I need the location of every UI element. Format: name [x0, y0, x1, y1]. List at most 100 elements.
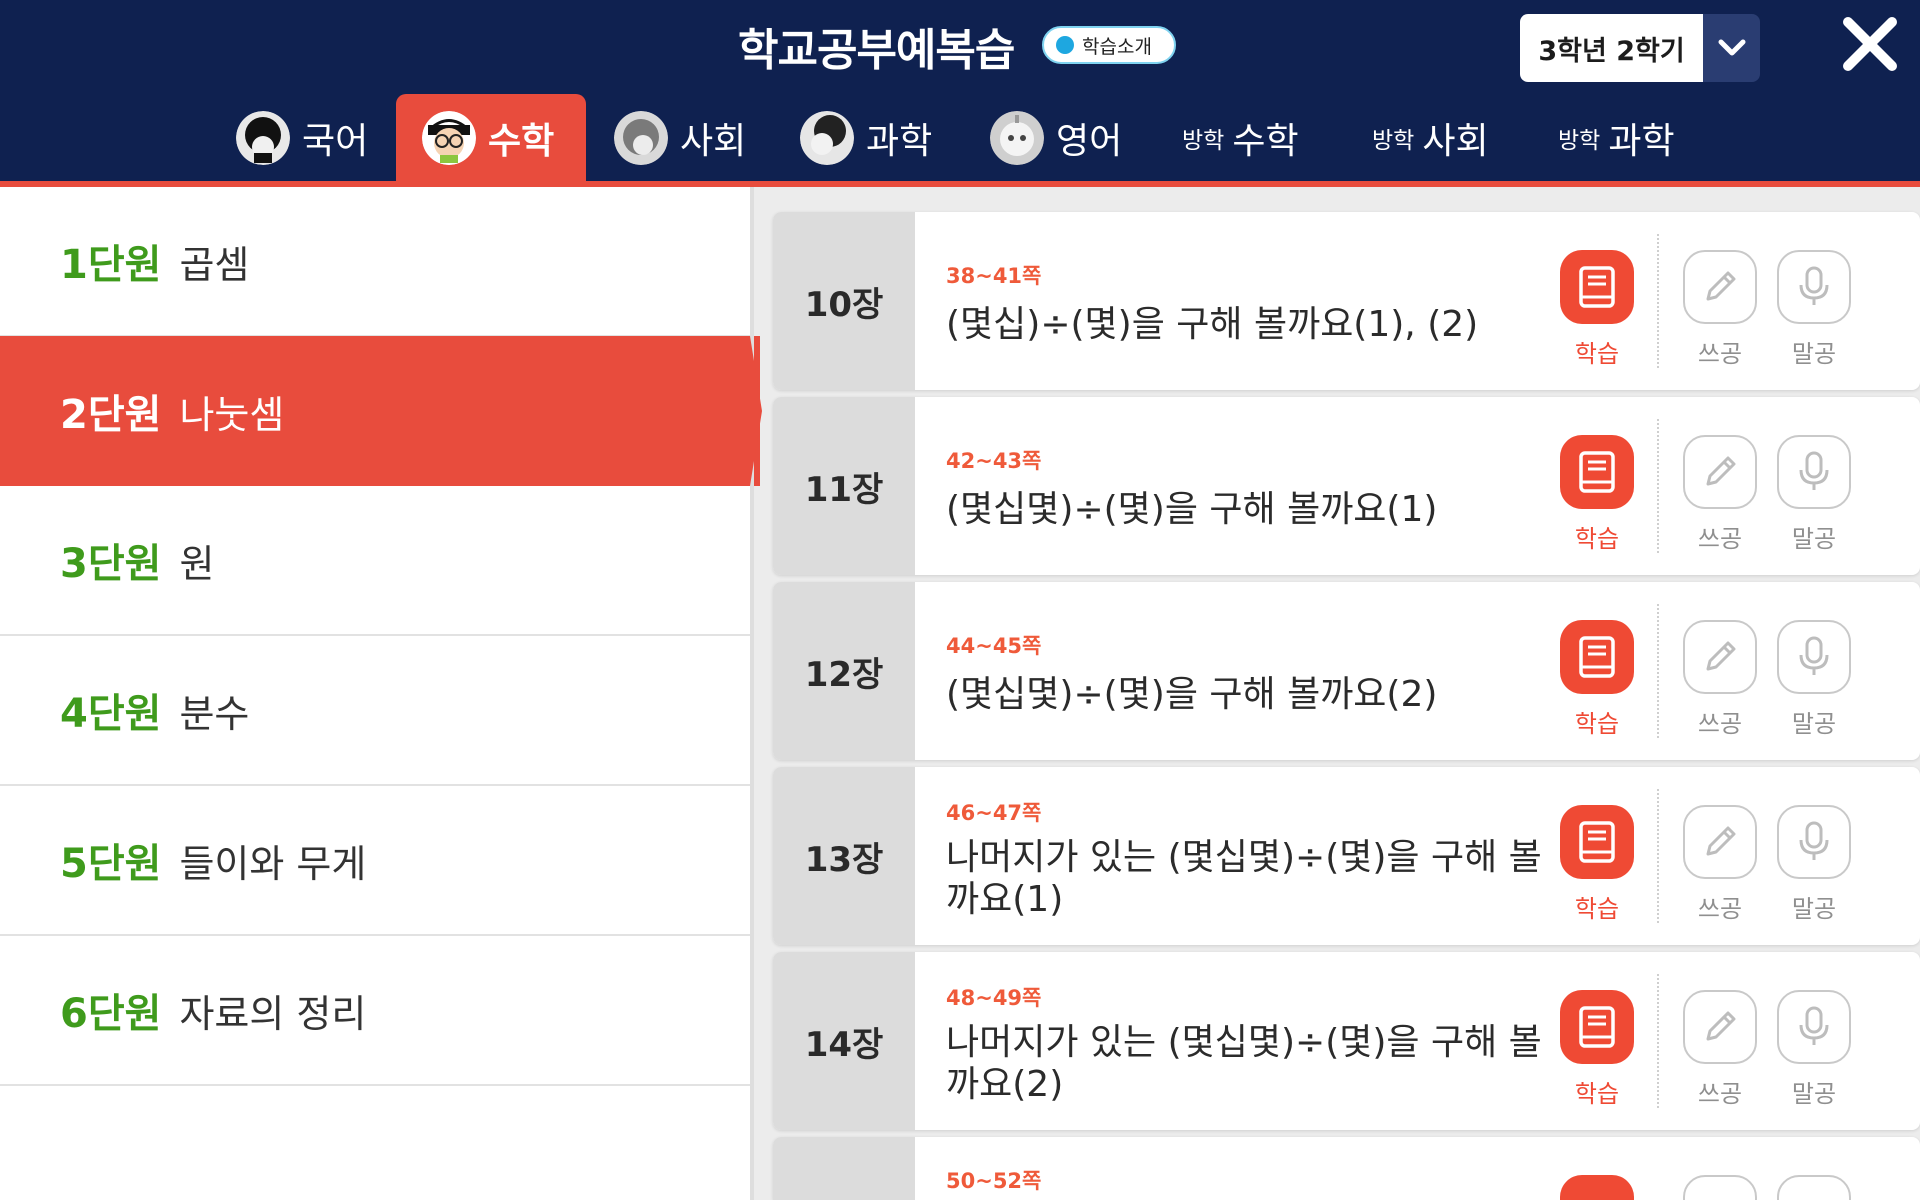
tab-sub-label: 방학 [1182, 127, 1225, 154]
book-icon [1560, 620, 1634, 694]
unit-item-3[interactable]: 3단원 원 [0, 486, 750, 636]
write-button[interactable]: 쓰공 [1682, 250, 1758, 369]
button-separator [1657, 419, 1659, 553]
chapter-pages: 42~43쪽 [946, 449, 1042, 473]
study-button-label: 학습 [1574, 895, 1620, 923]
tab-vacation-math[interactable]: 방학 수학 [1182, 94, 1299, 181]
speak-button[interactable]: 말공 [1776, 805, 1852, 924]
unit-number: 1단원 [60, 242, 162, 288]
pencil-icon [1683, 805, 1757, 879]
unit-item-6[interactable]: 6단원 자료의 정리 [0, 936, 750, 1086]
write-button[interactable] [1682, 1175, 1758, 1200]
tab-label: 사회 [1422, 120, 1489, 162]
speak-button-label: 말공 [1791, 525, 1837, 553]
math-character-avatar-icon [422, 110, 476, 165]
chapter-pages: 50~52쪽 [946, 1169, 1042, 1193]
pencil-icon [1683, 435, 1757, 509]
tab-english[interactable]: 영어 [990, 94, 1122, 181]
chapter-title: (몇십)÷(몇)을 구해 볼까요(1), (2) [946, 304, 1479, 345]
speak-button[interactable] [1776, 1175, 1852, 1200]
book-icon [1560, 435, 1634, 509]
speak-button[interactable]: 말공 [1776, 250, 1852, 369]
study-button-label: 학습 [1574, 525, 1620, 553]
chapter-pages: 48~49쪽 [946, 986, 1042, 1010]
microphone-icon [1777, 620, 1851, 694]
intro-button-label: 학습소개 [1082, 35, 1152, 58]
button-separator [1657, 974, 1659, 1108]
write-button[interactable]: 쓰공 [1682, 805, 1758, 924]
study-button[interactable]: 학습 [1559, 990, 1635, 1109]
speak-button[interactable]: 말공 [1776, 990, 1852, 1109]
tab-label: 과학 [866, 120, 933, 162]
app-title: 학교공부예복습 [738, 25, 1015, 76]
microphone-icon [1777, 435, 1851, 509]
speak-button-label: 말공 [1791, 340, 1837, 368]
study-button[interactable]: 학습 [1559, 620, 1635, 739]
speak-button-label: 말공 [1791, 1080, 1837, 1108]
english-robot-avatar-icon [990, 110, 1044, 165]
study-button[interactable]: 학습 [1559, 435, 1635, 554]
chapter-card: 11장 42~43쪽 (몇십몇)÷(몇)을 구해 볼까요(1) 학습 쓰공 말공 [773, 397, 1920, 575]
unit-name: 자료의 정리 [179, 991, 367, 1036]
social-character-avatar-icon [614, 110, 668, 165]
chapter-card: 12장 44~45쪽 (몇십몇)÷(몇)을 구해 볼까요(2) 학습 쓰공 말공 [773, 582, 1920, 760]
unit-number: 5단원 [60, 841, 162, 887]
unit-number: 6단원 [60, 991, 162, 1037]
tab-science[interactable]: 과학 [800, 94, 932, 181]
tab-label: 국어 [302, 120, 369, 162]
chevron-down-icon[interactable] [1703, 14, 1760, 82]
tab-sub-label: 방학 [1558, 127, 1601, 154]
button-separator [1657, 789, 1659, 923]
write-button-label: 쓰공 [1697, 895, 1743, 923]
write-button[interactable]: 쓰공 [1682, 990, 1758, 1109]
tab-label: 영어 [1056, 120, 1123, 162]
chapter-card: 13장 46~47쪽 나머지가 있는 (몇십몇)÷(몇)을 구해 볼까요(1) … [773, 767, 1920, 945]
button-separator [1657, 604, 1659, 738]
tab-vacation-social[interactable]: 방학 사회 [1372, 94, 1489, 181]
info-dot-icon [1056, 36, 1074, 54]
study-button[interactable]: 학습 [1559, 250, 1635, 369]
grade-select[interactable]: 3학년 2학기 [1520, 14, 1760, 82]
tab-label: 수학 [1232, 120, 1299, 162]
write-button-label: 쓰공 [1697, 525, 1743, 553]
tab-social[interactable]: 사회 [614, 94, 746, 181]
button-separator [1657, 234, 1659, 368]
tab-label: 사회 [680, 120, 747, 162]
active-unit-pointer [750, 336, 762, 486]
speak-button[interactable]: 말공 [1776, 435, 1852, 554]
unit-number: 4단원 [60, 691, 162, 737]
pencil-icon [1683, 1175, 1757, 1200]
speak-button-label: 말공 [1791, 895, 1837, 923]
intro-button[interactable]: 학습소개 [1042, 26, 1176, 64]
chapter-number: 14장 [773, 952, 915, 1130]
unit-item-5[interactable]: 5단원 들이와 무게 [0, 786, 750, 936]
unit-name: 원 [179, 541, 215, 586]
chapter-pages: 44~45쪽 [946, 634, 1042, 658]
microphone-icon [1777, 805, 1851, 879]
grade-select-value: 3학년 2학기 [1520, 14, 1703, 82]
chapter-pages: 46~47쪽 [946, 801, 1042, 825]
chapter-number [773, 1137, 915, 1200]
tab-korean[interactable]: 국어 [236, 94, 368, 181]
write-button[interactable]: 쓰공 [1682, 620, 1758, 739]
unit-name: 분수 [179, 691, 250, 736]
unit-item-4[interactable]: 4단원 분수 [0, 636, 750, 786]
unit-item-2[interactable]: 2단원 나눗셈 [0, 336, 760, 486]
chapter-pages: 38~41쪽 [946, 264, 1042, 288]
chapter-title: (몇십몇)÷(몇)을 구해 볼까요(1) [946, 489, 1438, 530]
chapter-number: 11장 [773, 397, 915, 575]
book-icon [1560, 805, 1634, 879]
chapter-title: (몇십몇)÷(몇)을 구해 볼까요(2) [946, 674, 1438, 715]
unit-name: 나눗셈 [179, 392, 285, 437]
unit-list: 1단원 곱셈 2단원 나눗셈 3단원 원 4단원 분수 5단원 들이와 무게 6… [0, 187, 760, 1200]
tab-vacation-science[interactable]: 방학 과학 [1558, 94, 1675, 181]
study-button[interactable] [1559, 1175, 1635, 1200]
speak-button[interactable]: 말공 [1776, 620, 1852, 739]
write-button[interactable]: 쓰공 [1682, 435, 1758, 554]
study-button[interactable]: 학습 [1559, 805, 1635, 924]
tab-math[interactable]: 수학 [396, 94, 587, 181]
microphone-icon [1777, 250, 1851, 324]
study-button-label: 학습 [1574, 710, 1620, 738]
close-icon[interactable] [1838, 12, 1902, 76]
unit-item-1[interactable]: 1단원 곱셈 [0, 187, 750, 337]
